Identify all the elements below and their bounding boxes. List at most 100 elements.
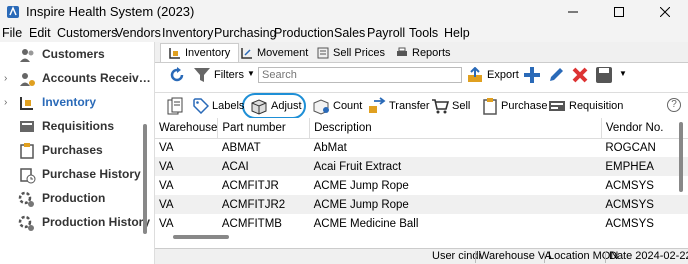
labels-button[interactable]: Labels — [193, 96, 244, 116]
chevron-down-icon[interactable]: ▼ — [247, 69, 255, 78]
printer-icon — [397, 47, 407, 56]
column-header-vendor-no[interactable]: Vendor No. — [601, 118, 688, 139]
column-header-part-number[interactable]: Part number — [217, 118, 311, 139]
inventory-icon — [20, 97, 33, 110]
export-icon[interactable] — [467, 67, 483, 83]
sell-button[interactable]: Sell — [431, 96, 470, 116]
maximize-button[interactable] — [596, 0, 642, 24]
tab-reports[interactable]: Reports — [388, 43, 459, 62]
menu-bar: File Edit Customers Vendors Inventory Pu… — [0, 24, 688, 42]
table-row[interactable]: VA ACMFITMB ACME Medicine Ball ACMSYS — [155, 214, 688, 233]
table-row[interactable]: VA ACMFITJR2 ACME Jump Rope ACMSYS — [155, 195, 688, 214]
adjust-button-label: Adjust — [271, 100, 302, 112]
status-location: Location MON — [548, 250, 619, 262]
menu-production[interactable]: Production — [274, 26, 334, 40]
requisitions-icon — [20, 121, 34, 132]
documents-icon[interactable] — [167, 97, 185, 115]
sidebar-item-production[interactable]: Production — [0, 187, 150, 211]
production-history-icon — [18, 215, 34, 231]
tab-label: Sell Prices — [333, 46, 385, 59]
column-header-warehouse[interactable]: Warehouse — [155, 118, 219, 139]
column-header-description[interactable]: Description — [309, 118, 602, 139]
export-button[interactable]: Export — [487, 67, 519, 83]
window-title: Inspire Health System (2023) — [26, 4, 195, 19]
filter-icon[interactable] — [193, 67, 211, 83]
delete-icon[interactable] — [571, 66, 589, 84]
requisition-button-label: Requisition — [569, 100, 624, 112]
cell-part-number: ABMAT — [221, 141, 261, 154]
grid-vertical-scrollbar[interactable] — [679, 122, 683, 192]
help-icon[interactable]: ? — [667, 98, 681, 112]
tab-sell-prices[interactable]: Sell Prices — [309, 43, 393, 62]
menu-purchasing[interactable]: Purchasing — [214, 26, 277, 40]
purchases-icon — [20, 143, 34, 159]
menu-sales[interactable]: Sales — [334, 26, 365, 40]
count-icon — [313, 99, 329, 115]
maximize-icon — [614, 7, 624, 17]
save-icon[interactable] — [595, 66, 613, 84]
tab-label: Movement — [257, 46, 309, 59]
sidebar-item-requisitions[interactable]: Requisitions — [0, 115, 150, 139]
cell-description: ACME Jump Rope — [309, 195, 602, 214]
menu-tools[interactable]: Tools — [409, 26, 438, 40]
grid-horizontal-scrollbar[interactable] — [173, 235, 229, 239]
menu-customers[interactable]: Customers — [57, 26, 117, 40]
status-warehouse: Warehouse VA — [479, 250, 552, 262]
sidebar-item-label: Requisitions — [42, 119, 115, 133]
cell-description: AbMat — [313, 141, 347, 154]
count-button[interactable]: Count — [312, 96, 362, 116]
table-row[interactable]: VA ABMAT AbMat ROGCAN — [155, 138, 688, 157]
inventory-grid: Warehouse Part number Description Vendor… — [155, 118, 688, 248]
sidebar-item-purchases[interactable]: Purchases — [0, 139, 150, 163]
sidebar-item-purchase-history[interactable]: Purchase History — [0, 163, 150, 187]
requisition-button[interactable]: Requisition — [548, 96, 623, 116]
adjust-button[interactable]: Adjust — [250, 96, 302, 116]
menu-edit[interactable]: Edit — [29, 26, 51, 40]
app-window: Inspire Health System (2023) File Edit C… — [0, 0, 688, 264]
cell-warehouse: VA — [155, 195, 218, 214]
close-button[interactable] — [642, 0, 688, 24]
cell-description: ACME Medicine Ball — [313, 217, 419, 230]
chevron-right-icon[interactable]: › — [4, 97, 7, 108]
cell-vendor-no: ACMSYS — [605, 217, 654, 230]
menu-payroll[interactable]: Payroll — [367, 26, 405, 40]
table-row[interactable]: VA ACAI Acai Fruit Extract EMPHEA — [155, 157, 688, 176]
sell-button-label: Sell — [452, 100, 471, 112]
search-input[interactable] — [258, 67, 462, 83]
customers-icon — [20, 49, 34, 62]
sidebar-item-customers[interactable]: Customers — [0, 43, 150, 67]
box-adjust-icon — [251, 99, 267, 115]
tab-inventory[interactable]: Inventory — [160, 43, 240, 62]
edit-pencil-icon[interactable] — [547, 66, 565, 84]
purchase-button[interactable]: Purchase — [482, 96, 547, 116]
toolbar-search: Filters ▼ Export ▼ — [155, 62, 688, 92]
cell-vendor-no: ACMSYS — [605, 179, 654, 192]
sidebar-item-label: Production — [42, 191, 106, 205]
menu-vendors[interactable]: Vendors — [115, 26, 161, 40]
app-icon — [7, 6, 19, 18]
cell-description: Acai Fruit Extract — [309, 157, 602, 176]
transfer-button[interactable]: Transfer — [368, 96, 430, 116]
sidebar-item-inventory[interactable]: › Inventory — [0, 91, 150, 115]
cell-part-number: ACMFITJR — [221, 179, 279, 192]
menu-file[interactable]: File — [2, 26, 22, 40]
sidebar-item-production-history[interactable]: Production History — [0, 211, 150, 235]
refresh-icon[interactable] — [169, 67, 185, 83]
count-button-label: Count — [333, 100, 363, 112]
sidebar-item-accounts-receivable[interactable]: › Accounts Receiv… — [0, 67, 151, 91]
main-panel: Inventory Movement Sell Prices Reports F… — [155, 42, 688, 264]
filters-button[interactable]: Filters — [214, 67, 244, 83]
chevron-down-icon[interactable]: ▼ — [619, 69, 627, 78]
status-divider — [605, 251, 606, 263]
cell-warehouse: VA — [155, 157, 218, 176]
tag-icon — [193, 98, 209, 114]
menu-help[interactable]: Help — [444, 26, 470, 40]
minimize-button[interactable] — [550, 0, 596, 24]
menu-inventory[interactable]: Inventory — [162, 26, 213, 40]
tab-movement[interactable]: Movement — [233, 43, 316, 62]
chevron-right-icon[interactable]: › — [4, 73, 7, 84]
table-row[interactable]: VA ACMFITJR ACME Jump Rope ACMSYS — [155, 176, 688, 195]
sidebar-scrollbar[interactable] — [143, 124, 147, 234]
add-icon[interactable] — [523, 66, 541, 84]
tab-label: Reports — [412, 46, 451, 59]
